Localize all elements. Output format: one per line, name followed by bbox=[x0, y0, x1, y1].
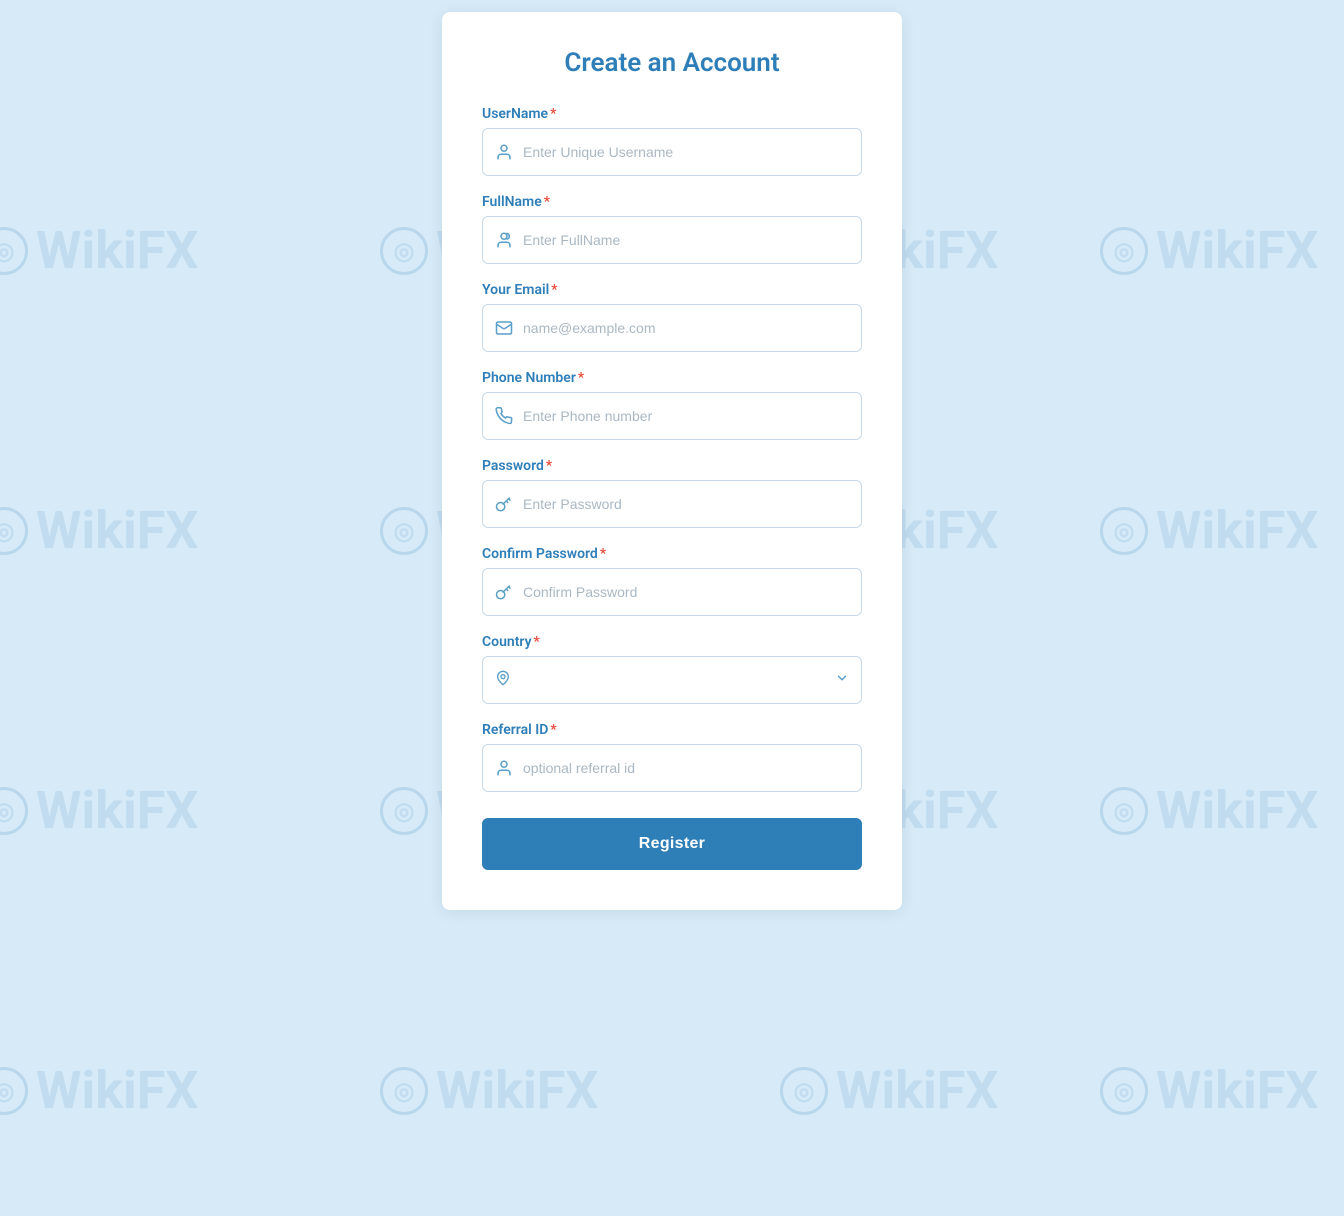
confirm-password-input[interactable] bbox=[523, 584, 849, 600]
watermark: ◎ WikiFX bbox=[0, 1060, 198, 1121]
username-group: UserName* bbox=[482, 106, 862, 176]
country-label: Country* bbox=[482, 634, 862, 650]
register-button[interactable]: Register bbox=[482, 818, 862, 870]
watermark: ◎ WikiFX bbox=[0, 220, 198, 281]
fullname-input[interactable] bbox=[523, 232, 849, 248]
password-input-wrapper bbox=[482, 480, 862, 528]
phone-input[interactable] bbox=[523, 408, 849, 424]
watermark-icon: ◎ bbox=[780, 1067, 828, 1115]
referral-user-icon bbox=[495, 759, 513, 777]
watermark-icon: ◎ bbox=[380, 227, 428, 275]
registration-card: Create an Account UserName* FullName* bbox=[442, 12, 902, 910]
watermark-icon: ◎ bbox=[1100, 227, 1148, 275]
country-select-wrapper: United States United Kingdom Australia C… bbox=[482, 656, 862, 704]
fullname-group: FullName* bbox=[482, 194, 862, 264]
watermark: ◎ WikiFX bbox=[380, 1060, 598, 1121]
email-group: Your Email* bbox=[482, 282, 862, 352]
country-select[interactable]: United States United Kingdom Australia C… bbox=[495, 672, 849, 688]
watermark: ◎ WikiFX bbox=[1100, 780, 1318, 841]
watermark-icon: ◎ bbox=[380, 1067, 428, 1115]
referral-id-group: Referral ID* bbox=[482, 722, 862, 792]
referral-id-input-wrapper bbox=[482, 744, 862, 792]
email-input-wrapper bbox=[482, 304, 862, 352]
password-label: Password* bbox=[482, 458, 862, 474]
confirm-password-label: Confirm Password* bbox=[482, 546, 862, 562]
email-icon bbox=[495, 319, 513, 337]
watermark-icon: ◎ bbox=[1100, 1067, 1148, 1115]
user-icon bbox=[495, 143, 513, 161]
email-label: Your Email* bbox=[482, 282, 862, 298]
watermark-icon: ◎ bbox=[0, 227, 28, 275]
password-group: Password* bbox=[482, 458, 862, 528]
watermark: ◎ WikiFX bbox=[780, 1060, 998, 1121]
email-input[interactable] bbox=[523, 320, 849, 336]
username-input-wrapper bbox=[482, 128, 862, 176]
username-label: UserName* bbox=[482, 106, 862, 122]
fullname-input-wrapper bbox=[482, 216, 862, 264]
page-title: Create an Account bbox=[482, 48, 862, 78]
watermark-icon: ◎ bbox=[380, 787, 428, 835]
username-input[interactable] bbox=[523, 144, 849, 160]
watermark: ◎ WikiFX bbox=[1100, 220, 1318, 281]
password-input[interactable] bbox=[523, 496, 849, 512]
phone-label: Phone Number* bbox=[482, 370, 862, 386]
confirm-password-input-wrapper bbox=[482, 568, 862, 616]
confirm-password-group: Confirm Password* bbox=[482, 546, 862, 616]
watermark-icon: ◎ bbox=[1100, 507, 1148, 555]
watermark-icon: ◎ bbox=[1100, 787, 1148, 835]
fullname-label: FullName* bbox=[482, 194, 862, 210]
watermark-icon: ◎ bbox=[0, 507, 28, 555]
watermark: ◎ WikiFX bbox=[0, 780, 198, 841]
confirm-password-icon bbox=[495, 583, 513, 601]
watermark-icon: ◎ bbox=[0, 1067, 28, 1115]
referral-id-input[interactable] bbox=[523, 760, 849, 776]
watermark-icon: ◎ bbox=[380, 507, 428, 555]
country-group: Country* United States United Kingdom Au… bbox=[482, 634, 862, 704]
watermark: ◎ WikiFX bbox=[1100, 1060, 1318, 1121]
phone-input-wrapper bbox=[482, 392, 862, 440]
phone-icon bbox=[495, 407, 513, 425]
watermark: ◎ WikiFX bbox=[0, 500, 198, 561]
phone-group: Phone Number* bbox=[482, 370, 862, 440]
referral-id-label: Referral ID* bbox=[482, 722, 862, 738]
user-edit-icon bbox=[495, 231, 513, 249]
password-icon bbox=[495, 495, 513, 513]
watermark: ◎ WikiFX bbox=[1100, 500, 1318, 561]
watermark-icon: ◎ bbox=[0, 787, 28, 835]
